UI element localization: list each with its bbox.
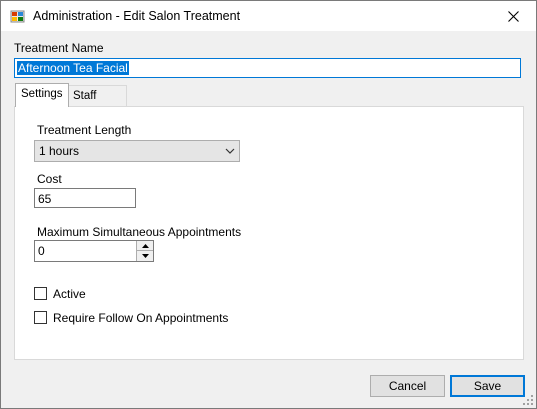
active-checkbox[interactable] (34, 287, 47, 300)
treatment-length-label: Treatment Length (37, 123, 132, 137)
active-label[interactable]: Active (53, 287, 86, 301)
max-appointments-stepper[interactable]: 0 (34, 240, 154, 262)
resize-grip-icon[interactable] (523, 395, 533, 405)
save-button[interactable]: Save (450, 375, 525, 397)
follow-on-label[interactable]: Require Follow On Appointments (53, 311, 228, 325)
follow-on-checkbox[interactable] (34, 311, 47, 324)
treatment-name-value: Afternoon Tea Facial (17, 61, 129, 75)
cost-input[interactable]: 65 (34, 188, 136, 208)
treatment-name-label: Treatment Name (14, 41, 104, 55)
title-bar[interactable]: Administration - Edit Salon Treatment (1, 1, 536, 31)
tab-settings[interactable]: Settings (15, 83, 69, 107)
max-appointments-label: Maximum Simultaneous Appointments (37, 225, 242, 239)
cost-label: Cost (37, 172, 62, 186)
window-title: Administration - Edit Salon Treatment (33, 9, 241, 23)
treatment-length-select[interactable]: 1 hours (34, 140, 240, 162)
caret-down-icon (141, 254, 149, 258)
caret-up-icon (141, 243, 149, 248)
app-icon (10, 9, 25, 24)
treatment-length-value: 1 hours (39, 144, 80, 158)
stepper-buttons (136, 241, 153, 261)
chevron-down-icon (225, 148, 235, 154)
cancel-button[interactable]: Cancel (370, 375, 445, 397)
stepper-up-button[interactable] (137, 241, 153, 251)
tab-staff-members[interactable]: Staff Members (67, 85, 127, 122)
dialog-window: Administration - Edit Salon Treatment Tr… (0, 0, 537, 409)
treatment-name-input[interactable]: Afternoon Tea Facial (14, 58, 521, 78)
max-appointments-value: 0 (38, 244, 45, 258)
stepper-down-button[interactable] (137, 251, 153, 261)
cost-value: 65 (38, 192, 52, 206)
close-button[interactable] (491, 1, 536, 31)
close-icon (508, 10, 519, 22)
